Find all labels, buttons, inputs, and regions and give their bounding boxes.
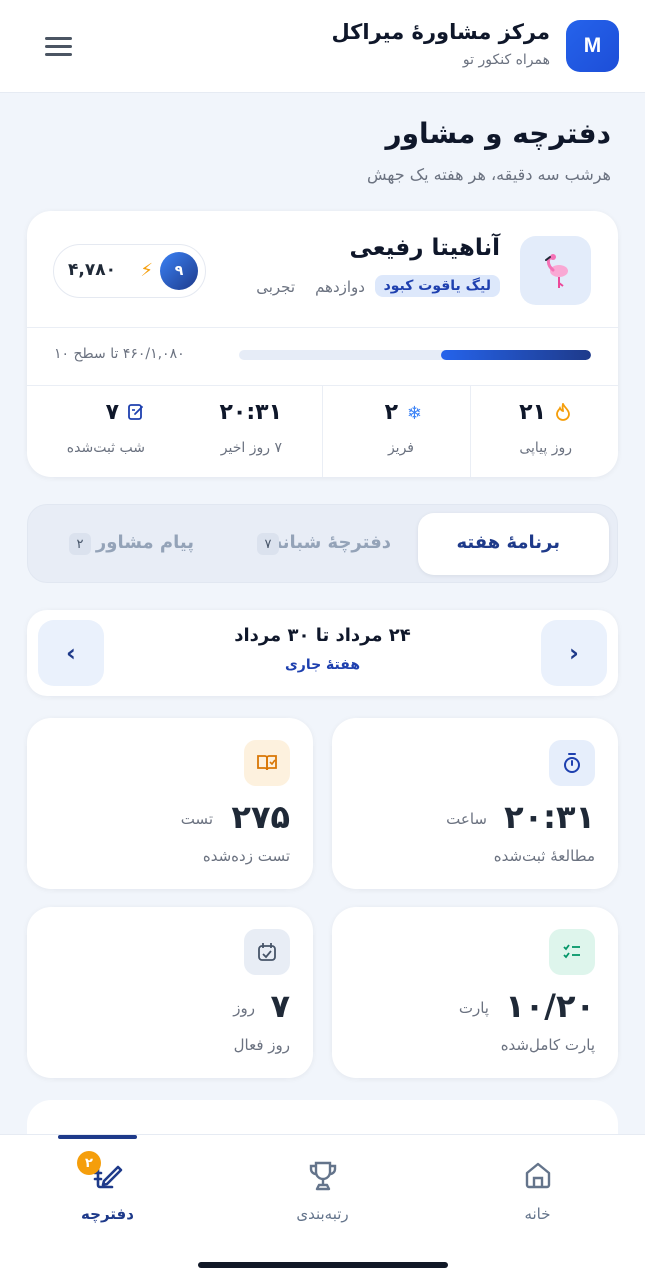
hamburger-menu-icon [45, 53, 72, 56]
stat-label: ۷ روز اخیر [220, 440, 282, 456]
stat-study-time: ۲۰:۳۱ ۷ روز اخیر [172, 385, 282, 477]
metric-unit: پارت [458, 999, 489, 1017]
user-grade: دوازدهم [315, 278, 365, 296]
nav-item-home[interactable]: خانه [430, 1135, 645, 1245]
stopwatch-icon [549, 740, 595, 786]
league-badge: لیگ یاقوت کبود [374, 275, 500, 297]
metric-value: ۲۷۵ [231, 798, 290, 836]
trophy-icon [215, 1159, 430, 1201]
tab-count-badge: ۲ [69, 533, 91, 555]
page-title: دفترچه و مشاور [385, 117, 611, 150]
flamingo-icon [544, 253, 568, 288]
home-icon [430, 1159, 645, 1199]
brand-tagline: همراه کنکور تو [462, 52, 550, 68]
previous-week-button[interactable]: › [541, 620, 607, 686]
metric-label: تست زده‌شده [202, 847, 290, 865]
brand-name: مرکز مشاورهٔ میراکل [331, 20, 550, 44]
week-navigator: ‹ ۲۴ مرداد تا ۳۰ مرداد هفتهٔ جاری › [27, 610, 618, 696]
level-badge: ۹ [160, 252, 198, 290]
metric-unit: ساعت [446, 810, 487, 828]
metric-label: روز فعال [233, 1036, 290, 1054]
open-book-icon [244, 740, 290, 786]
week-range: ۲۴ مرداد تا ۳۰ مرداد [234, 625, 411, 646]
stat-value: ۷ [105, 400, 119, 425]
nav-badge: ۲ [77, 1151, 101, 1175]
level-progress-text: ۴۶۰/۱,۰۸۰ تا سطح ۱۰ [54, 346, 185, 362]
user-name: آناهیتا رفیعی [349, 235, 500, 261]
score-pill[interactable]: ۹ ⚡ ۴,۷۸۰ [53, 244, 206, 298]
tab-counselor-messages[interactable]: پیام مشاور ۲ [36, 513, 220, 575]
tab-label: برنامهٔ هفته [456, 532, 561, 553]
metric-card-active-days: ۷ روز روز فعال [27, 907, 313, 1078]
metric-value: ۷ [270, 987, 290, 1025]
stat-value: ۲۰:۳۱ [219, 400, 282, 425]
stat-label: شب ثبت‌شده [66, 440, 145, 456]
metric-label: مطالعهٔ ثبت‌شده [493, 847, 595, 865]
stat-value: ۲ [384, 400, 398, 425]
hamburger-menu-icon [45, 37, 72, 40]
active-indicator [58, 1135, 137, 1139]
metric-card-study-time: ۲۰:۳۱ ساعت مطالعهٔ ثبت‌شده [332, 718, 618, 889]
level-progress-bar [239, 350, 591, 360]
stat-label: فریز [387, 440, 414, 456]
notebook-edit-icon [127, 403, 145, 426]
user-field: تجربی [256, 278, 295, 296]
tab-label: دفترچهٔ شبانه [271, 532, 391, 553]
metric-unit: تست [180, 810, 213, 828]
flame-icon [556, 401, 570, 426]
metric-value: ۱۰/۲۰ [505, 987, 595, 1025]
bottom-navigation: خانه رتبه‌بندی ۲ دفترچه [0, 1134, 645, 1280]
stat-value: ۲۱ [519, 400, 546, 425]
nav-label: خانه [524, 1205, 551, 1223]
menu-button[interactable] [36, 28, 82, 64]
stat-label: روز پیاپی [519, 440, 572, 456]
divider [27, 327, 618, 328]
xp-value: ۴,۷۸۰ [68, 260, 116, 280]
brand-logo: M [566, 20, 619, 72]
section-tabs: برنامهٔ هفته دفترچهٔ شبانه ۷ پیام مشاور … [27, 504, 618, 583]
chevron-right-icon: › [569, 639, 579, 667]
nav-item-ranking[interactable]: رتبه‌بندی [215, 1135, 430, 1245]
home-indicator [198, 1262, 448, 1268]
metric-label: پارت کامل‌شده [500, 1036, 595, 1054]
week-label: هفتهٔ جاری [284, 657, 361, 673]
avatar[interactable] [520, 236, 591, 305]
metric-unit: روز [233, 999, 255, 1017]
divider [470, 385, 471, 477]
tab-label: پیام مشاور [95, 532, 194, 553]
metric-card-parts: ۱۰/۲۰ پارت پارت کامل‌شده [332, 907, 618, 1078]
metric-value: ۲۰:۳۱ [504, 798, 595, 836]
nav-item-notebook[interactable]: ۲ دفترچه [0, 1135, 215, 1245]
lightning-icon: ⚡ [140, 260, 153, 281]
checklist-icon [549, 929, 595, 975]
nav-label: دفترچه [81, 1205, 134, 1223]
app-header: M مرکز مشاورهٔ میراکل همراه کنکور تو [0, 0, 645, 93]
page-subtitle: هرشب سه دقیقه، هر هفته یک جهش [367, 165, 611, 184]
tab-nightly-journal[interactable]: دفترچهٔ شبانه ۷ [229, 513, 413, 575]
profile-card: آناهیتا رفیعی لیگ یاقوت کبود دوازدهم تجر… [27, 211, 618, 477]
hamburger-menu-icon [45, 45, 72, 48]
notebook-pen-icon [0, 1159, 215, 1199]
metric-card-tests: ۲۷۵ تست تست زده‌شده [27, 718, 313, 889]
snowflake-icon: ❄ [406, 403, 422, 424]
tab-count-badge: ۷ [257, 533, 279, 555]
divider [322, 385, 323, 477]
nav-label: رتبه‌بندی [296, 1205, 349, 1223]
stat-nights: ۷ شب ثبت‌شده [45, 385, 145, 477]
stat-streak: ۲۱ روز پیاپی [472, 385, 572, 477]
level-progress-fill [441, 350, 591, 360]
calendar-check-icon [244, 929, 290, 975]
stat-freeze: ❄ ۲ فریز [324, 385, 424, 477]
tab-weekly-plan[interactable]: برنامهٔ هفته [418, 513, 609, 575]
